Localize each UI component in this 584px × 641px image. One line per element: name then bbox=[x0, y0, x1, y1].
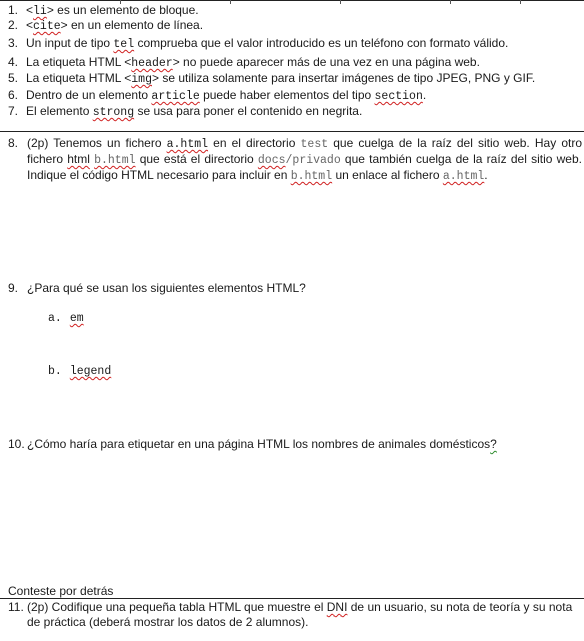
option-term: em bbox=[69, 312, 84, 325]
question-number: 8. bbox=[8, 136, 19, 150]
option-term: legend bbox=[69, 365, 112, 378]
table-cell-divider bbox=[340, 0, 341, 4]
list-item-number: 5. bbox=[8, 71, 19, 85]
section-divider bbox=[0, 131, 584, 132]
list-item-text: Un input de tipo tel comprueba que el va… bbox=[26, 36, 509, 51]
list-item-number: 4. bbox=[8, 55, 19, 69]
question-text: (2p) Codifique una pequeña tabla HTML qu… bbox=[27, 600, 573, 629]
table-cell-divider bbox=[230, 0, 231, 4]
list-item-number: 7. bbox=[8, 104, 19, 118]
list-item-text: Dentro de un elemento article puede habe… bbox=[26, 88, 427, 103]
list-item-number: 6. bbox=[8, 88, 19, 102]
back-side-note: Conteste por detrás bbox=[8, 584, 114, 598]
question-text: ¿Para qué se usan los siguientes element… bbox=[27, 281, 306, 295]
list-item-number: 1. bbox=[8, 3, 19, 17]
top-border bbox=[0, 0, 584, 1]
list-item-text: <li> es un elemento de bloque. bbox=[26, 3, 199, 18]
list-item-number: 3. bbox=[8, 36, 19, 50]
question-8: 8. (2p) Tenemos un fichero a.html en el … bbox=[8, 136, 582, 184]
list-item-text: La etiqueta HTML <header> no puede apare… bbox=[26, 55, 480, 70]
option-letter: a. bbox=[48, 312, 62, 325]
question-text: ¿Cómo haría para etiquetar en una página… bbox=[27, 437, 497, 451]
list-item-text: La etiqueta HTML <img> se utiliza solame… bbox=[26, 71, 536, 86]
question-9-option-b: b. legend bbox=[48, 363, 111, 378]
question-9-option-a: a. em bbox=[48, 310, 84, 325]
table-cell-divider bbox=[520, 0, 521, 4]
list-item-text: El elemento strong se usa para poner el … bbox=[26, 104, 363, 119]
section-divider bbox=[0, 598, 584, 599]
question-number: 11. bbox=[8, 600, 24, 614]
question-11: 11. (2p) Codifique una pequeña tabla HTM… bbox=[8, 600, 582, 630]
list-item-number: 2. bbox=[8, 18, 19, 32]
list-item-text: <cite> en un elemento de línea. bbox=[26, 18, 204, 33]
question-number: 9. bbox=[8, 281, 19, 295]
option-letter: b. bbox=[48, 365, 62, 378]
table-cell-divider bbox=[450, 0, 451, 4]
question-number: 10. bbox=[8, 437, 25, 451]
question-text: (2p) Tenemos un fichero a.html en el dir… bbox=[27, 136, 582, 183]
